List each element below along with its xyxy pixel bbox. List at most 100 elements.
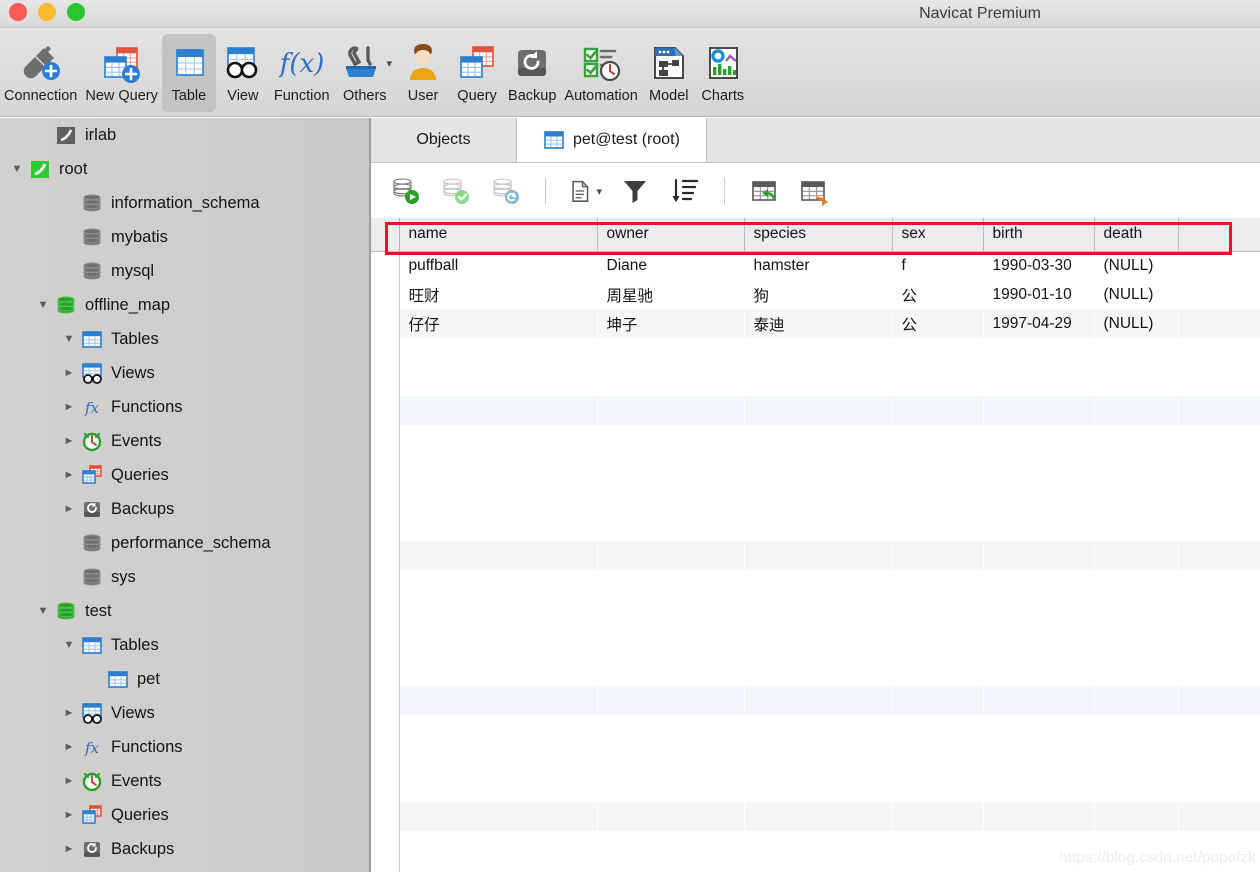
tree-item-pet[interactable]: pet	[0, 662, 370, 696]
column-header-death[interactable]: death	[1094, 218, 1179, 252]
toolbar-button-new-query[interactable]: New Query	[81, 34, 162, 112]
begin-transaction-icon[interactable]	[389, 175, 423, 207]
twisty-collapsed-icon[interactable]: ►	[58, 469, 80, 481]
tree-item-views[interactable]: ► Views	[0, 356, 370, 390]
twisty-collapsed-icon[interactable]: ►	[58, 741, 80, 753]
cell-species[interactable]: 泰迪	[744, 309, 892, 338]
cell-death[interactable]: (NULL)	[1094, 251, 1178, 280]
row-filler-cell	[1178, 309, 1260, 338]
title-bar: Navicat Premium	[0, 0, 1260, 28]
data-grid-container[interactable]: name owner species sex birth death puffball Di…	[371, 218, 1260, 872]
tree-item-root[interactable]: ▼ root	[0, 152, 370, 186]
object-tree-sidebar[interactable]: irlab ▼ root information_schema mybatis my…	[0, 118, 370, 872]
tree-item-sys[interactable]: sys	[0, 560, 370, 594]
twisty-expanded-icon[interactable]: ▼	[58, 639, 80, 651]
twisty-expanded-icon[interactable]: ▼	[32, 299, 54, 311]
tree-item-offline-map[interactable]: ▼ offline_map	[0, 288, 370, 322]
toolbar-button-function[interactable]: f(x) Function	[270, 34, 334, 112]
rollback-icon[interactable]	[489, 175, 523, 207]
cell-death[interactable]: (NULL)	[1094, 309, 1178, 338]
column-header-sex[interactable]: sex	[892, 218, 984, 252]
filter-icon[interactable]	[618, 175, 652, 207]
row-gutter-cell[interactable]	[371, 309, 400, 338]
data-grid[interactable]: name owner species sex birth death puffball Di…	[371, 218, 1260, 872]
chevron-down-icon[interactable]: ▾	[596, 185, 602, 198]
cell-name[interactable]: 旺财	[399, 280, 597, 309]
tree-item-queries[interactable]: ► Queries	[0, 798, 370, 832]
tree-item-irlab[interactable]: irlab	[0, 118, 370, 152]
cell-name[interactable]: 仔仔	[399, 309, 597, 338]
toolbar-button-charts[interactable]: Charts	[696, 34, 750, 112]
tree-item-events[interactable]: ► Events	[0, 424, 370, 458]
tree-item-performance-schema[interactable]: performance_schema	[0, 526, 370, 560]
column-header-name[interactable]: name	[399, 218, 598, 252]
row-gutter-cell[interactable]	[371, 251, 400, 280]
cell-sex[interactable]: 公	[892, 309, 983, 338]
cell-sex[interactable]: 公	[892, 280, 983, 309]
tab-pet-test-root-[interactable]: pet@test (root)	[517, 118, 707, 162]
twisty-collapsed-icon[interactable]: ►	[58, 843, 80, 855]
cell-birth[interactable]: 1997-04-29	[983, 309, 1094, 338]
cell-owner[interactable]: 坤子	[597, 309, 744, 338]
cell-birth[interactable]: 1990-03-30	[983, 251, 1094, 280]
twisty-expanded-icon[interactable]: ▼	[32, 605, 54, 617]
twisty-collapsed-icon[interactable]: ►	[58, 707, 80, 719]
toolbar-button-user[interactable]: User	[396, 34, 450, 112]
empty-cell	[597, 338, 744, 367]
tree-item-tables[interactable]: ▼ Tables	[0, 322, 370, 356]
cell-death[interactable]: (NULL)	[1094, 280, 1178, 309]
tree-item-backups[interactable]: ► Backups	[0, 492, 370, 526]
tree-item-queries[interactable]: ► Queries	[0, 458, 370, 492]
export-wizard-icon[interactable]	[797, 175, 831, 207]
twisty-collapsed-icon[interactable]: ►	[58, 435, 80, 447]
tree-item-views[interactable]: ► Views	[0, 696, 370, 730]
twisty-collapsed-icon[interactable]: ►	[58, 401, 80, 413]
tree-item-functions[interactable]: ► fx Functions	[0, 390, 370, 424]
twisty-expanded-icon[interactable]: ▼	[58, 333, 80, 345]
twisty-collapsed-icon[interactable]: ►	[58, 367, 80, 379]
toolbar-button-view[interactable]: View	[216, 34, 270, 112]
twisty-expanded-icon[interactable]: ▼	[6, 163, 28, 175]
tree-item-backups[interactable]: ► Backups	[0, 832, 370, 866]
column-header-birth[interactable]: birth	[983, 218, 1095, 252]
app-window: Navicat Premium Connection New Query Table…	[0, 0, 1260, 872]
tree-item-mybatis[interactable]: mybatis	[0, 220, 370, 254]
table-row[interactable]: puffball Diane hamster f 1990-03-30 (NULL)	[371, 251, 1260, 280]
tree-item-mysql[interactable]: mysql	[0, 254, 370, 288]
cell-owner[interactable]: Diane	[597, 251, 744, 280]
table-row[interactable]: 旺财 周星驰狗公 1990-01-10 (NULL)	[371, 280, 1260, 309]
cell-name[interactable]: puffball	[399, 251, 597, 280]
twisty-collapsed-icon[interactable]: ►	[58, 775, 80, 787]
toolbar-button-model[interactable]: Model	[642, 34, 696, 112]
column-header-owner[interactable]: owner	[597, 218, 745, 252]
function-fx-icon: f(x)	[279, 40, 325, 86]
cell-sex[interactable]: f	[892, 251, 983, 280]
table-row[interactable]: 仔仔 坤子 泰迪公 1997-04-29 (NULL)	[371, 309, 1260, 338]
tree-item-events[interactable]: ► Events	[0, 764, 370, 798]
toolbar-button-table[interactable]: Table	[161, 34, 216, 112]
twisty-collapsed-icon[interactable]: ►	[58, 503, 80, 515]
note-icon[interactable]: ▾	[568, 175, 602, 207]
toolbar-button-others[interactable]: ▾ Others	[334, 34, 397, 112]
cell-species[interactable]: hamster	[744, 251, 892, 280]
sort-icon[interactable]	[668, 175, 702, 207]
cell-owner[interactable]: 周星驰	[597, 280, 744, 309]
tab-objects[interactable]: Objects	[371, 118, 517, 162]
tree-item-test[interactable]: ▼ test	[0, 594, 370, 628]
cell-species[interactable]: 狗	[744, 280, 892, 309]
commit-icon[interactable]	[439, 175, 473, 207]
row-gutter-cell[interactable]	[371, 280, 400, 309]
toolbar-button-backup[interactable]: Backup	[504, 34, 560, 112]
import-wizard-icon[interactable]	[747, 175, 781, 207]
chevron-down-icon[interactable]: ▾	[387, 57, 393, 70]
twisty-collapsed-icon[interactable]: ►	[58, 809, 80, 821]
column-header-species[interactable]: species	[744, 218, 893, 252]
tree-item-tables[interactable]: ▼ Tables	[0, 628, 370, 662]
toolbar-button-connection[interactable]: Connection	[0, 34, 81, 112]
toolbar-button-automation[interactable]: Automation	[560, 34, 641, 112]
tree-item-information-schema[interactable]: information_schema	[0, 186, 370, 220]
backup-icon	[509, 40, 555, 86]
cell-birth[interactable]: 1990-01-10	[983, 280, 1094, 309]
tree-item-functions[interactable]: ► fx Functions	[0, 730, 370, 764]
toolbar-button-query[interactable]: Query	[450, 34, 504, 112]
